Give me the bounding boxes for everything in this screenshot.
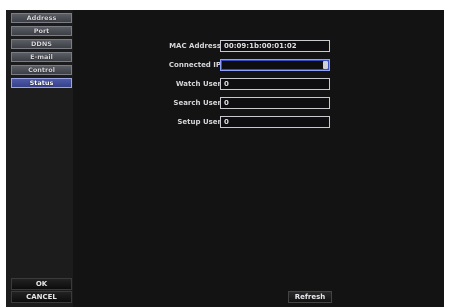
search-user-field: 0 [220,97,330,109]
watch-user-field: 0 [220,78,330,90]
ok-button[interactable]: OK [11,278,72,290]
setup-user-field: 0 [220,116,330,128]
sidebar-item-control[interactable]: Control [11,65,72,75]
sidebar-item-status[interactable]: Status [11,78,72,88]
refresh-button[interactable]: Refresh [288,291,332,303]
watch-user-label: Watch User [175,80,221,88]
search-user-label: Search User [173,99,221,107]
sidebar-item-address[interactable]: Address [11,13,72,23]
cancel-button[interactable]: CANCEL [11,291,72,303]
connected-ip-label: Connected IP [168,61,221,69]
sidebar-item-ddns[interactable]: DDNS [11,39,72,49]
scroll-arrow-icon[interactable] [323,61,328,69]
setup-user-label: Setup User [177,118,221,126]
sidebar-item-port[interactable]: Port [11,26,72,36]
sidebar-item-email[interactable]: E-mail [11,52,72,62]
connected-ip-list[interactable] [220,59,330,71]
sidebar: Address Port DDNS E-mail Control Status … [6,10,73,307]
status-panel: MAC Address 00:09:1b:00:01:02 Connected … [73,10,444,307]
mac-address-label: MAC Address [169,42,221,50]
mac-address-field: 00:09:1b:00:01:02 [220,40,330,52]
network-settings-window: Address Port DDNS E-mail Control Status … [6,10,444,307]
